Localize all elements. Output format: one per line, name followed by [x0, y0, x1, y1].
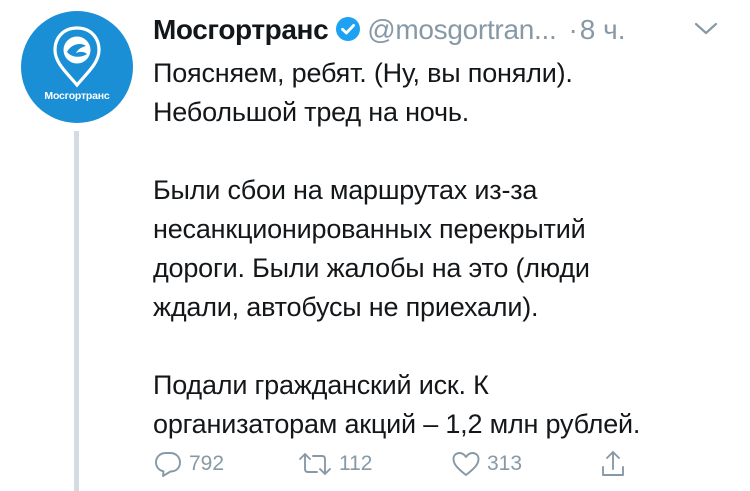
heart-icon — [452, 452, 480, 476]
like-count: 313 — [487, 452, 523, 475]
mosgortrans-logo — [53, 26, 101, 88]
tweet-line: Подали гражданский иск. К — [153, 370, 489, 400]
retweet-count: 112 — [339, 452, 373, 475]
tweet-line: несанкционированных перекрытий — [153, 214, 586, 244]
avatar-caption: Мосгортранс — [44, 90, 110, 102]
tweet-text: Поясняем, ребят. (Ну, вы поняли). Неболь… — [153, 54, 733, 444]
tweet-line: Небольшой тред на ночь. — [153, 97, 470, 127]
tweet: Мосгортранс Мосгортранс @mosgortran... ·8 … — [0, 0, 750, 491]
tweet-line: организаторам акций – 1,2 млн рублей. — [153, 409, 641, 439]
reply-button[interactable]: 792 — [153, 448, 224, 480]
share-button[interactable] — [599, 448, 627, 480]
tweet-line: Поясняем, ребят. (Ну, вы поняли). — [153, 58, 573, 88]
avatar[interactable]: Мосгортранс — [21, 11, 133, 123]
verified-badge-icon — [335, 15, 361, 51]
timestamp[interactable]: 8 ч. — [580, 14, 626, 45]
tweet-line: дороги. Были жалобы на это (люди — [153, 253, 590, 283]
like-button[interactable]: 313 — [451, 448, 522, 480]
display-name[interactable]: Мосгортранс — [153, 14, 329, 45]
reply-icon — [155, 452, 181, 477]
separator-dot: · — [568, 14, 578, 45]
tweet-header: Мосгортранс @mosgortran... ·8 ч. — [153, 12, 733, 48]
retweet-button[interactable]: 112 — [297, 448, 372, 480]
share-icon — [602, 451, 624, 476]
tweet-line: Были сбои на маршрутах из-за — [153, 175, 538, 205]
handle[interactable]: @mosgortran... — [367, 14, 556, 45]
thread-line — [74, 131, 79, 491]
tweet-line: ждали, автобусы не приехали). — [153, 292, 539, 322]
tweet-actions: 792 112 313 — [153, 448, 653, 480]
chevron-down-icon[interactable] — [693, 20, 719, 43]
reply-count: 792 — [189, 452, 225, 475]
retweet-icon — [299, 453, 331, 475]
